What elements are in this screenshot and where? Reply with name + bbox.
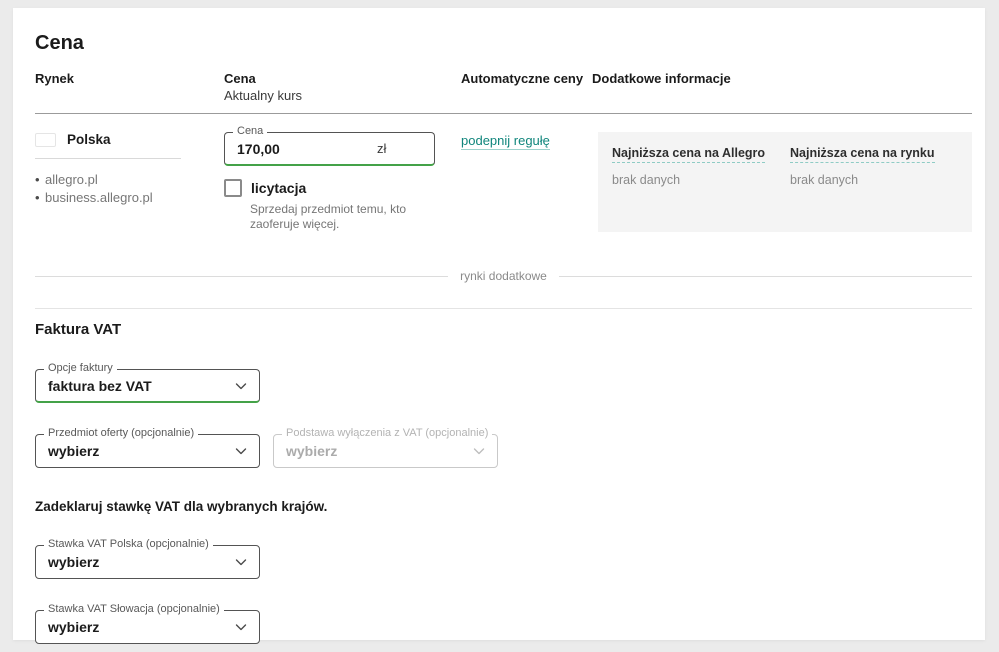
- vat-rate-poland-select[interactable]: Stawka VAT Polska (opcjonalnie) wybierz: [35, 545, 260, 579]
- vat-exemption-label: Podstawa wyłączenia z VAT (opcjonalnie): [282, 427, 492, 440]
- info-lowest-market: Najniższa cena na rynku brak danych: [790, 146, 958, 216]
- header-price-sub: Aktualny kurs: [224, 87, 461, 104]
- offer-subject-select[interactable]: Przedmiot oferty (opcjonalnie) wybierz: [35, 434, 260, 468]
- market-name: Polska: [67, 132, 111, 147]
- additional-markets-expander[interactable]: rynki dodatkowe: [35, 269, 972, 283]
- auction-description: Sprzedaj przedmiot temu, kto zaoferuje w…: [250, 202, 436, 232]
- channel-item: allegro.pl: [35, 171, 204, 189]
- info-label-lowest-market[interactable]: Najniższa cena na rynku: [790, 146, 935, 163]
- poland-flag-icon: [35, 133, 56, 147]
- info-value-lowest-allegro: brak danych: [612, 173, 680, 187]
- chevron-down-icon: [235, 621, 247, 633]
- vat-rate-slovakia-value: wybierz: [48, 619, 235, 635]
- additional-markets-label: rynki dodatkowe: [460, 269, 547, 283]
- market-row: Polska allegro.pl business.allegro.pl Ce…: [35, 114, 972, 232]
- price-cell: Cena zł licytacja Sprzedaj przedmiot tem…: [224, 132, 461, 232]
- vat-exemption-select: Podstawa wyłączenia z VAT (opcjonalnie) …: [273, 434, 498, 468]
- info-label-lowest-allegro[interactable]: Najniższa cena na Allegro: [612, 146, 765, 163]
- attach-rule-link[interactable]: podepnij regułę: [461, 133, 550, 150]
- price-field[interactable]: Cena zł: [224, 132, 435, 166]
- auction-checkbox[interactable]: [224, 179, 242, 197]
- chevron-down-icon: [235, 380, 247, 392]
- auction-label: licytacja: [251, 180, 306, 196]
- chevron-down-icon: [235, 556, 247, 568]
- channel-item: business.allegro.pl: [35, 189, 204, 207]
- channel-list: allegro.pl business.allegro.pl: [35, 171, 204, 206]
- market-cell: Polska allegro.pl business.allegro.pl: [35, 132, 224, 232]
- invoice-options-select[interactable]: Opcje faktury faktura bez VAT: [35, 369, 260, 403]
- section-divider: [35, 308, 972, 309]
- price-input[interactable]: [237, 141, 377, 157]
- header-auto-prices: Automatyczne ceny: [461, 71, 592, 104]
- invoice-options-label: Opcje faktury: [44, 362, 117, 375]
- info-lowest-allegro: Najniższa cena na Allegro brak danych: [612, 146, 780, 216]
- currency-suffix: zł: [377, 141, 386, 156]
- vat-rate-poland-value: wybierz: [48, 554, 235, 570]
- header-market: Rynek: [35, 71, 224, 104]
- page-title: Cena: [35, 32, 972, 55]
- auto-prices-cell: podepnij regułę: [461, 132, 592, 232]
- vat-rate-poland-label: Stawka VAT Polska (opcjonalnie): [44, 538, 213, 551]
- declare-vat-text: Zadeklaruj stawkę VAT dla wybranych kraj…: [35, 499, 972, 514]
- vat-rate-slovakia-select[interactable]: Stawka VAT Słowacja (opcjonalnie) wybier…: [35, 610, 260, 644]
- chevron-down-icon: [473, 445, 485, 457]
- offer-subject-label: Przedmiot oferty (opcjonalnie): [44, 427, 198, 440]
- additional-info-panel: Najniższa cena na Allegro brak danych Na…: [598, 132, 972, 232]
- vat-rate-slovakia-label: Stawka VAT Słowacja (opcjonalnie): [44, 603, 224, 616]
- header-price: Cena: [224, 71, 461, 87]
- info-value-lowest-market: brak danych: [790, 173, 858, 187]
- table-header: Rynek Cena Aktualny kurs Automatyczne ce…: [35, 71, 972, 114]
- chevron-down-icon: [235, 445, 247, 457]
- price-field-label: Cena: [233, 125, 267, 138]
- market-divider: [35, 158, 181, 159]
- vat-exemption-value: wybierz: [286, 443, 473, 459]
- header-additional-info: Dodatkowe informacje: [592, 71, 972, 104]
- price-section-card: Cena Rynek Cena Aktualny kurs Automatycz…: [13, 8, 985, 640]
- auction-option: licytacja Sprzedaj przedmiot temu, kto z…: [224, 179, 461, 232]
- invoice-options-value: faktura bez VAT: [48, 378, 235, 394]
- vat-section-heading: Faktura VAT: [35, 321, 972, 338]
- offer-subject-value: wybierz: [48, 443, 235, 459]
